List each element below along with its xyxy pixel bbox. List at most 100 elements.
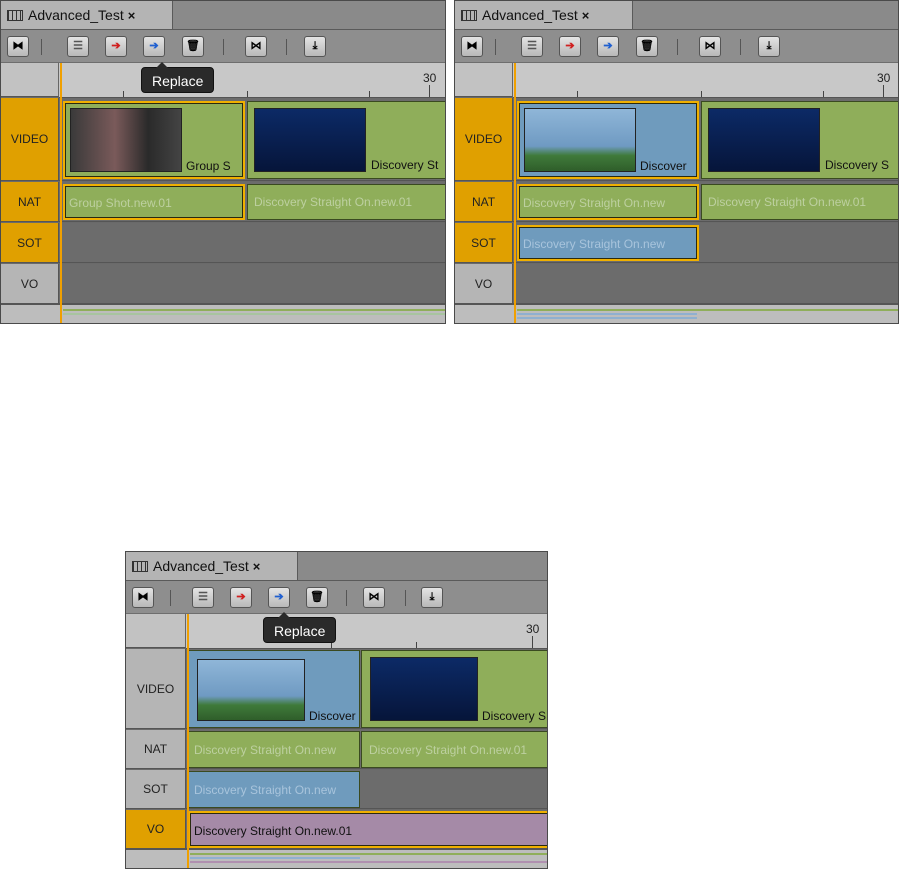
overview-line — [63, 313, 445, 315]
delete-button[interactable]: 🗑 — [306, 587, 328, 608]
track-label-sot[interactable]: SOT — [1, 223, 59, 263]
video-clip-discovery[interactable]: Discovery S — [361, 650, 547, 728]
playhead[interactable] — [187, 614, 189, 868]
timeline-overview[interactable] — [455, 304, 898, 323]
ruler-tick — [369, 91, 370, 97]
overwrite-button[interactable]: ➔ — [230, 587, 252, 608]
track-label-sot[interactable]: SOT — [126, 770, 186, 809]
playhead[interactable] — [60, 63, 62, 323]
export-button[interactable]: ⤓ — [758, 36, 780, 57]
track-label-video[interactable]: VIDEO — [455, 98, 513, 181]
timeline-overview[interactable] — [1, 304, 445, 323]
replace-button[interactable]: ➔ — [597, 36, 619, 57]
tab-label: Advanced_Test — [153, 558, 249, 574]
overview-line — [190, 857, 360, 859]
nat-clip-discovery[interactable]: Discovery Straight On.new.01 — [701, 184, 898, 220]
track-label-vo[interactable]: VO — [1, 264, 59, 304]
timecode-ruler[interactable]: 30 — [186, 614, 547, 649]
export-button[interactable]: ⤓ — [304, 36, 326, 57]
overwrite-button[interactable]: ➔ — [559, 36, 581, 57]
splice-button[interactable]: ☰ — [192, 587, 214, 608]
ruler-label-30: 30 — [877, 71, 891, 85]
ruler-tick — [701, 91, 702, 97]
delete-button[interactable]: 🗑 — [636, 36, 658, 57]
video-clip-discovery-replaced[interactable]: Discover — [517, 101, 699, 179]
splice-button[interactable]: ☰ — [521, 36, 543, 57]
tab-advanced-test[interactable]: Advanced_Test × — [1, 1, 173, 29]
track-label-video[interactable]: VIDEO — [126, 649, 186, 729]
toolbar-separator — [346, 590, 347, 606]
overwrite-button[interactable]: ➔ — [105, 36, 127, 57]
track-label-sot[interactable]: SOT — [455, 223, 513, 263]
clip-name: Discovery Straight On.new — [523, 196, 666, 210]
overwrite-icon: ➔ — [565, 40, 575, 52]
mark-in-out-button[interactable]: ⧓ — [7, 36, 29, 57]
track-label-video[interactable]: VIDEO — [1, 98, 59, 181]
video-clip-discovery[interactable]: Discovery St — [247, 101, 445, 179]
replace-button[interactable]: ➔ — [268, 587, 290, 608]
audio-waveform-button[interactable]: ⋈ — [363, 587, 385, 608]
nat-clip-discovery[interactable]: Discovery Straight On.new.01 — [361, 731, 547, 768]
timeline-area: 30 VIDEO Group S Discovery St NAT Group … — [1, 63, 445, 323]
mark-in-out-button[interactable]: ⧓ — [461, 36, 483, 57]
track-label-vo[interactable]: VO — [455, 264, 513, 304]
ruler-tick — [247, 91, 248, 97]
track-label-nat[interactable]: NAT — [455, 182, 513, 222]
playhead[interactable] — [514, 63, 516, 323]
video-clip-discovery[interactable]: Discovery S — [701, 101, 898, 179]
toolbar-separator — [41, 39, 42, 55]
timecode-ruler[interactable]: 30 — [59, 63, 445, 98]
nat-clip-group-shot[interactable]: Group Shot.new.01 — [63, 184, 245, 220]
overview-line — [190, 861, 547, 863]
video-clip-discovery-replaced[interactable]: Discover — [188, 650, 360, 728]
clip-thumbnail — [70, 108, 182, 172]
filmstrip-icon — [7, 9, 23, 21]
nat-clip-discovery-replaced[interactable]: Discovery Straight On.new — [517, 184, 699, 220]
video-clip-group-shot[interactable]: Group S — [63, 101, 245, 179]
toolbar-separator — [223, 39, 224, 55]
toolbar-separator — [170, 590, 171, 606]
tab-advanced-test[interactable]: Advanced_Test × — [455, 1, 633, 29]
mark-in-out-button[interactable]: ⧓ — [132, 587, 154, 608]
splice-icon: ☰ — [73, 40, 83, 52]
close-icon[interactable]: × — [582, 8, 590, 23]
vo-clip-discovery[interactable]: Discovery Straight On.new.01 — [188, 811, 547, 848]
nat-clip-discovery[interactable]: Discovery Straight On.new.01 — [247, 184, 445, 220]
trash-icon: 🗑 — [310, 591, 324, 603]
toolbar-separator — [405, 590, 406, 606]
track-label-nat[interactable]: NAT — [126, 730, 186, 769]
tab-advanced-test[interactable]: Advanced_Test × — [126, 552, 298, 580]
close-icon[interactable]: × — [128, 8, 136, 23]
audio-waveform-button[interactable]: ⋈ — [699, 36, 721, 57]
vo-track — [59, 264, 445, 304]
trash-icon: 🗑 — [640, 40, 654, 52]
delete-button[interactable]: 🗑 — [182, 36, 204, 57]
clip-thumbnail — [197, 659, 305, 721]
track-label-vo[interactable]: VO — [126, 810, 186, 849]
replace-button[interactable]: ➔ — [143, 36, 165, 57]
replace-icon: ➔ — [149, 40, 159, 52]
timeline-overview[interactable] — [126, 849, 547, 868]
clip-name: Discovery Straight On.new.01 — [194, 824, 353, 838]
export-button[interactable]: ⤓ — [421, 587, 443, 608]
timeline-area: 30 VIDEO Discover Discovery S NAT Discov… — [126, 614, 547, 868]
ruler-label-30: 30 — [423, 71, 437, 85]
audio-waveform-button[interactable]: ⋈ — [245, 36, 267, 57]
toolbar-separator — [286, 39, 287, 55]
tab-label: Advanced_Test — [482, 7, 578, 23]
timecode-ruler[interactable]: 30 — [513, 63, 898, 98]
track-label-nat[interactable]: NAT — [1, 182, 59, 222]
overview-line — [190, 853, 547, 855]
clip-thumbnail — [370, 657, 478, 721]
download-icon: ⤓ — [766, 40, 772, 52]
ruler-tick — [123, 91, 124, 97]
splice-button[interactable]: ☰ — [67, 36, 89, 57]
sot-clip-discovery[interactable]: Discovery Straight On.new — [188, 771, 360, 808]
clip-name: Discovery S — [825, 158, 890, 172]
mark-clip-icon: ⧓ — [12, 40, 24, 52]
toolbar: ⧓ ☰ ➔ ➔ 🗑 ⋈ ⤓ — [1, 30, 445, 62]
nat-clip-discovery-replaced[interactable]: Discovery Straight On.new — [188, 731, 360, 768]
close-icon[interactable]: × — [253, 559, 261, 574]
sot-clip-discovery[interactable]: Discovery Straight On.new — [517, 225, 699, 261]
clip-name: Discovery Straight On.new — [194, 783, 337, 797]
